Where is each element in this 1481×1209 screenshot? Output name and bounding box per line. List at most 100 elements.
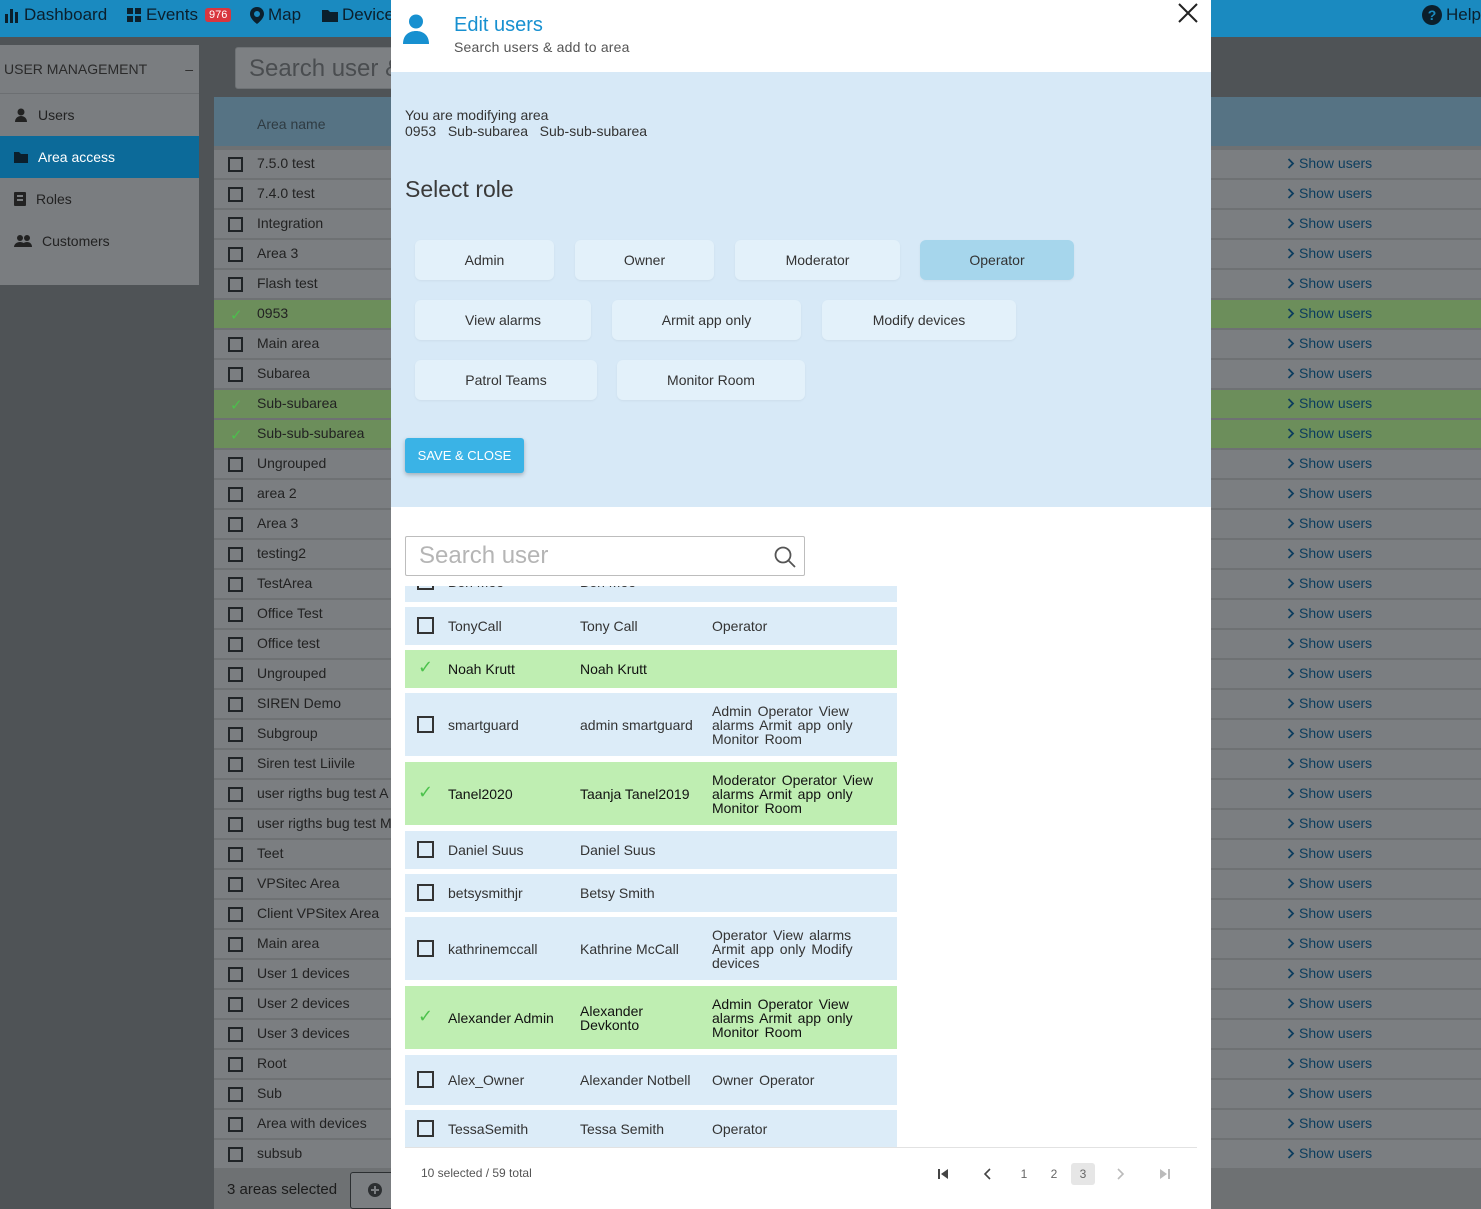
- user-row[interactable]: smartguard admin smartguard Admin Operator…: [405, 693, 897, 756]
- show-users-link[interactable]: Show users: [1287, 335, 1372, 351]
- role-button-view-alarms[interactable]: View alarms: [415, 300, 591, 340]
- area-search-input[interactable]: Search user &: [235, 47, 395, 89]
- user-checkbox[interactable]: [417, 1120, 434, 1137]
- show-users-link[interactable]: Show users: [1287, 1145, 1372, 1161]
- row-checkbox[interactable]: [228, 157, 243, 172]
- show-users-link[interactable]: Show users: [1287, 425, 1372, 441]
- last-page-button[interactable]: [1153, 1163, 1177, 1185]
- show-users-link[interactable]: Show users: [1287, 905, 1372, 921]
- row-checkbox[interactable]: [228, 937, 243, 952]
- show-users-link[interactable]: Show users: [1287, 1085, 1372, 1101]
- row-checkbox[interactable]: [228, 1147, 243, 1162]
- user-checkbox[interactable]: [417, 841, 434, 858]
- user-checkbox[interactable]: [417, 716, 434, 733]
- user-row[interactable]: kathrinemccall Kathrine McCall Operator Vi…: [405, 917, 897, 980]
- show-users-link[interactable]: Show users: [1287, 935, 1372, 951]
- row-checkbox[interactable]: [228, 247, 243, 262]
- show-users-link[interactable]: Show users: [1287, 605, 1372, 621]
- user-row[interactable]: Ben Moo Ben Moo: [405, 586, 897, 602]
- row-checkbox[interactable]: [228, 787, 243, 802]
- row-checkbox[interactable]: ✓: [228, 397, 243, 414]
- user-checkbox[interactable]: ✓: [417, 1006, 434, 1026]
- row-checkbox[interactable]: [228, 967, 243, 982]
- show-users-link[interactable]: Show users: [1287, 845, 1372, 861]
- show-users-link[interactable]: Show users: [1287, 1055, 1372, 1071]
- role-button-admin[interactable]: Admin: [415, 240, 554, 280]
- page-1-button[interactable]: 1: [1012, 1163, 1036, 1185]
- user-row[interactable]: ✓ Alexander Admin Alexander Devkonto Admin …: [405, 986, 897, 1049]
- show-users-link[interactable]: Show users: [1287, 185, 1372, 201]
- user-checkbox[interactable]: [417, 617, 434, 634]
- row-checkbox[interactable]: [228, 637, 243, 652]
- nav-events[interactable]: Events 976: [126, 5, 232, 25]
- nav-map[interactable]: Map: [250, 5, 301, 25]
- row-checkbox[interactable]: [228, 727, 243, 742]
- row-checkbox[interactable]: [228, 997, 243, 1012]
- show-users-link[interactable]: Show users: [1287, 515, 1372, 531]
- show-users-link[interactable]: Show users: [1287, 455, 1372, 471]
- user-row[interactable]: TonyCall Tony Call Operator: [405, 607, 897, 645]
- user-row[interactable]: ✓ Noah Krutt Noah Krutt: [405, 650, 897, 688]
- sidebar-item-users[interactable]: Users: [0, 94, 199, 136]
- add-area-button[interactable]: [350, 1172, 395, 1209]
- row-checkbox[interactable]: [228, 337, 243, 352]
- row-checkbox[interactable]: [228, 757, 243, 772]
- user-checkbox[interactable]: [417, 1071, 434, 1088]
- sidebar-item-customers[interactable]: Customers: [0, 220, 199, 262]
- row-checkbox[interactable]: [228, 1027, 243, 1042]
- row-checkbox[interactable]: [228, 1087, 243, 1102]
- search-icon[interactable]: [774, 546, 796, 568]
- user-checkbox[interactable]: ✓: [417, 782, 434, 802]
- role-button-armit-app-only[interactable]: Armit app only: [612, 300, 801, 340]
- page-2-button[interactable]: 2: [1042, 1163, 1066, 1185]
- show-users-link[interactable]: Show users: [1287, 245, 1372, 261]
- row-checkbox[interactable]: [228, 517, 243, 532]
- user-checkbox[interactable]: [417, 884, 434, 901]
- next-page-button[interactable]: [1109, 1163, 1133, 1185]
- user-row[interactable]: TessaSemith Tessa Semith Operator: [405, 1110, 897, 1148]
- show-users-link[interactable]: Show users: [1287, 365, 1372, 381]
- role-button-patrol-teams[interactable]: Patrol Teams: [415, 360, 597, 400]
- user-row[interactable]: ✓ Tanel2020 Taanja Tanel2019 Moderator Oper…: [405, 762, 897, 825]
- row-checkbox[interactable]: [228, 907, 243, 922]
- row-checkbox[interactable]: ✓: [228, 307, 243, 324]
- row-checkbox[interactable]: [228, 217, 243, 232]
- row-checkbox[interactable]: [228, 667, 243, 682]
- column-header-area-name[interactable]: Area name: [257, 116, 325, 132]
- row-checkbox[interactable]: [228, 847, 243, 862]
- previous-page-button[interactable]: [975, 1163, 999, 1185]
- show-users-link[interactable]: Show users: [1287, 755, 1372, 771]
- sidebar-item-area-access[interactable]: Area access: [0, 136, 199, 178]
- nav-help[interactable]: ? Help: [1422, 5, 1481, 25]
- row-checkbox[interactable]: [228, 457, 243, 472]
- row-checkbox[interactable]: [228, 547, 243, 562]
- row-checkbox[interactable]: [228, 1057, 243, 1072]
- save-and-close-button[interactable]: SAVE & CLOSE: [405, 438, 524, 473]
- row-checkbox[interactable]: [228, 367, 243, 382]
- row-checkbox[interactable]: [228, 277, 243, 292]
- show-users-link[interactable]: Show users: [1287, 215, 1372, 231]
- user-row[interactable]: Alex_Owner Alexander Notbell Owner Operato…: [405, 1055, 897, 1105]
- user-checkbox[interactable]: [417, 586, 434, 590]
- show-users-link[interactable]: Show users: [1287, 815, 1372, 831]
- show-users-link[interactable]: Show users: [1287, 275, 1372, 291]
- role-button-modify-devices[interactable]: Modify devices: [822, 300, 1016, 340]
- row-checkbox[interactable]: [228, 187, 243, 202]
- show-users-link[interactable]: Show users: [1287, 395, 1372, 411]
- user-checkbox[interactable]: ✓: [417, 657, 434, 677]
- page-3-button[interactable]: 3: [1071, 1163, 1095, 1185]
- user-checkbox[interactable]: [417, 940, 434, 957]
- row-checkbox[interactable]: [228, 817, 243, 832]
- show-users-link[interactable]: Show users: [1287, 785, 1372, 801]
- show-users-link[interactable]: Show users: [1287, 545, 1372, 561]
- row-checkbox[interactable]: [228, 877, 243, 892]
- show-users-link[interactable]: Show users: [1287, 1115, 1372, 1131]
- row-checkbox[interactable]: [228, 607, 243, 622]
- sidebar-item-roles[interactable]: Roles: [0, 178, 199, 220]
- nav-dashboard[interactable]: Dashboard: [4, 5, 107, 25]
- show-users-link[interactable]: Show users: [1287, 305, 1372, 321]
- show-users-link[interactable]: Show users: [1287, 725, 1372, 741]
- show-users-link[interactable]: Show users: [1287, 695, 1372, 711]
- role-button-moderator[interactable]: Moderator: [735, 240, 900, 280]
- show-users-link[interactable]: Show users: [1287, 155, 1372, 171]
